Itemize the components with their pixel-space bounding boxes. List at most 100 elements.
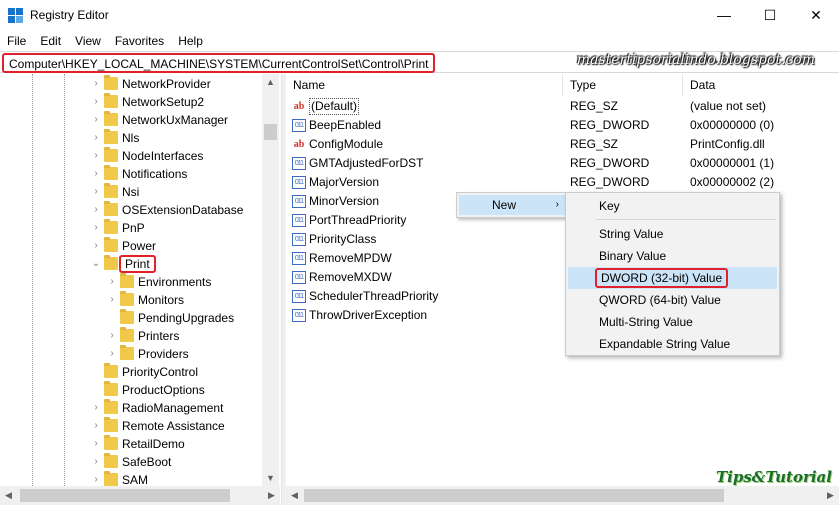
- tree-item[interactable]: › NetworkProvider: [90, 75, 262, 93]
- scroll-thumb[interactable]: [264, 124, 277, 140]
- chevron-right-icon[interactable]: ›: [90, 399, 102, 417]
- value-name: BeepEnabled: [309, 118, 382, 132]
- scroll-right-icon[interactable]: ▶: [822, 486, 839, 505]
- binary-value-icon: 011: [292, 176, 306, 189]
- value-row[interactable]: 011 GMTAdjustedForDST REG_DWORD 0x00000001 …: [286, 154, 839, 173]
- chevron-right-icon[interactable]: ›: [90, 183, 102, 201]
- chevron-right-icon[interactable]: ›: [90, 147, 102, 165]
- folder-icon: [104, 219, 118, 234]
- tree-item-label: ProductOptions: [122, 383, 205, 397]
- tree-horizontal-scrollbar[interactable]: ◀ ▶: [0, 486, 280, 505]
- chevron-right-icon[interactable]: ›: [90, 165, 102, 183]
- chevron-right-icon[interactable]: ›: [90, 129, 102, 147]
- tree-item-label: Power: [122, 239, 157, 253]
- chevron-right-icon[interactable]: ›: [90, 111, 102, 129]
- tree-item[interactable]: › Monitors: [106, 291, 262, 309]
- scroll-thumb[interactable]: [20, 489, 230, 502]
- binary-value-icon: 011: [292, 252, 306, 265]
- submenu-key[interactable]: Key: [568, 195, 777, 217]
- submenu-binary-value[interactable]: Binary Value: [568, 245, 777, 267]
- values-horizontal-scrollbar[interactable]: ◀ ▶: [286, 486, 839, 505]
- scroll-right-icon[interactable]: ▶: [263, 486, 280, 505]
- maximize-button[interactable]: ☐: [747, 0, 793, 31]
- value-row[interactable]: ab ConfigModule REG_SZ PrintConfig.dll: [286, 135, 839, 154]
- context-menu-new[interactable]: New ›: [459, 195, 565, 215]
- chevron-right-icon[interactable]: ›: [90, 219, 102, 237]
- value-data: PrintConfig.dll: [690, 137, 765, 151]
- tree-item[interactable]: › PnP: [90, 219, 262, 237]
- menu-help[interactable]: Help: [171, 31, 210, 51]
- column-header-type[interactable]: Type: [563, 74, 683, 96]
- menu-favorites[interactable]: Favorites: [108, 31, 171, 51]
- tree-item[interactable]: › Nls: [90, 129, 262, 147]
- tree-item[interactable]: › RadioManagement: [90, 399, 262, 417]
- menu-edit[interactable]: Edit: [33, 31, 68, 51]
- tree-item[interactable]: › NodeInterfaces: [90, 147, 262, 165]
- tree-item[interactable]: › Nsi: [90, 183, 262, 201]
- submenu-expandable-string-value[interactable]: Expandable String Value: [568, 333, 777, 355]
- value-row[interactable]: ab (Default) REG_SZ (value not set): [286, 97, 839, 116]
- menu-view[interactable]: View: [68, 31, 108, 51]
- chevron-right-icon[interactable]: ›: [90, 435, 102, 453]
- folder-icon: [104, 363, 118, 378]
- submenu-string-value[interactable]: String Value: [568, 223, 777, 245]
- tree-item[interactable]: › RetailDemo: [90, 435, 262, 453]
- tree-item[interactable]: ProductOptions: [90, 381, 262, 399]
- value-data: 0x00000001 (1): [690, 156, 775, 170]
- tree-item[interactable]: PendingUpgrades: [106, 309, 262, 327]
- chevron-right-icon[interactable]: ›: [106, 291, 118, 309]
- title-bar: Registry Editor — ☐ ✕: [0, 0, 839, 31]
- tree-item-label: SafeBoot: [122, 455, 172, 469]
- scroll-left-icon[interactable]: ◀: [286, 486, 303, 505]
- chevron-right-icon[interactable]: ›: [90, 237, 102, 255]
- folder-icon: [104, 111, 118, 126]
- chevron-right-icon[interactable]: ›: [106, 273, 118, 291]
- column-header-data[interactable]: Data: [683, 74, 839, 96]
- minimize-button[interactable]: —: [701, 0, 747, 31]
- binary-value-icon: 011: [292, 119, 306, 132]
- chevron-right-icon[interactable]: ›: [106, 345, 118, 363]
- tree-item[interactable]: › NetworkSetup2: [90, 93, 262, 111]
- tree-item[interactable]: › NetworkUxManager: [90, 111, 262, 129]
- tree-vertical-scrollbar[interactable]: ▲ ▼: [262, 74, 279, 486]
- tree-item[interactable]: › Remote Assistance: [90, 417, 262, 435]
- tree-item[interactable]: PriorityControl: [90, 363, 262, 381]
- chevron-right-icon[interactable]: ›: [106, 327, 118, 345]
- submenu-qword-value-label: QWORD (64-bit) Value: [599, 293, 721, 307]
- scroll-thumb[interactable]: [304, 489, 724, 502]
- tree-item[interactable]: › OSExtensionDatabase: [90, 201, 262, 219]
- value-row[interactable]: 011 MajorVersion REG_DWORD 0x00000002 (2): [286, 173, 839, 192]
- scroll-down-icon[interactable]: ▼: [262, 470, 279, 486]
- column-header-name[interactable]: Name: [286, 74, 563, 96]
- tree-item[interactable]: › Notifications: [90, 165, 262, 183]
- scroll-up-icon[interactable]: ▲: [262, 74, 279, 90]
- new-submenu: Key String Value Binary Value DWORD (32-…: [565, 192, 780, 356]
- tree-item[interactable]: › Environments: [106, 273, 262, 291]
- submenu-dword-value[interactable]: DWORD (32-bit) Value: [568, 267, 777, 289]
- registry-key-tree[interactable]: › NetworkProvider › NetworkSetup2 › NetworkUx…: [0, 74, 280, 486]
- address-path[interactable]: Computer\HKEY_LOCAL_MACHINE\SYSTEM\Curre…: [2, 53, 436, 73]
- chevron-right-icon[interactable]: ›: [90, 93, 102, 111]
- chevron-right-icon[interactable]: ›: [90, 417, 102, 435]
- chevron-right-icon[interactable]: ›: [90, 75, 102, 93]
- chevron-down-icon[interactable]: ⌄: [90, 255, 102, 273]
- menu-file[interactable]: File: [0, 31, 33, 51]
- tree-item[interactable]: › SafeBoot: [90, 453, 262, 471]
- tree-item[interactable]: ⌄ Print: [90, 255, 262, 273]
- submenu-multi-string-value[interactable]: Multi-String Value: [568, 311, 777, 333]
- context-menu: New ›: [456, 192, 566, 218]
- submenu-qword-value[interactable]: QWORD (64-bit) Value: [568, 289, 777, 311]
- close-button[interactable]: ✕: [793, 0, 839, 31]
- chevron-right-icon[interactable]: ›: [90, 201, 102, 219]
- chevron-right-icon[interactable]: ›: [90, 453, 102, 471]
- tree-item[interactable]: › Power: [90, 237, 262, 255]
- tree-item[interactable]: › SAM: [90, 471, 262, 486]
- value-type: REG_DWORD: [570, 118, 650, 132]
- value-row[interactable]: 011 BeepEnabled REG_DWORD 0x00000000 (0): [286, 116, 839, 135]
- string-value-icon: ab: [293, 139, 305, 150]
- chevron-right-icon[interactable]: ›: [90, 471, 102, 486]
- tree-item-label: Printers: [138, 329, 180, 343]
- tree-item[interactable]: › Providers: [106, 345, 262, 363]
- scroll-left-icon[interactable]: ◀: [0, 486, 17, 505]
- tree-item[interactable]: › Printers: [106, 327, 262, 345]
